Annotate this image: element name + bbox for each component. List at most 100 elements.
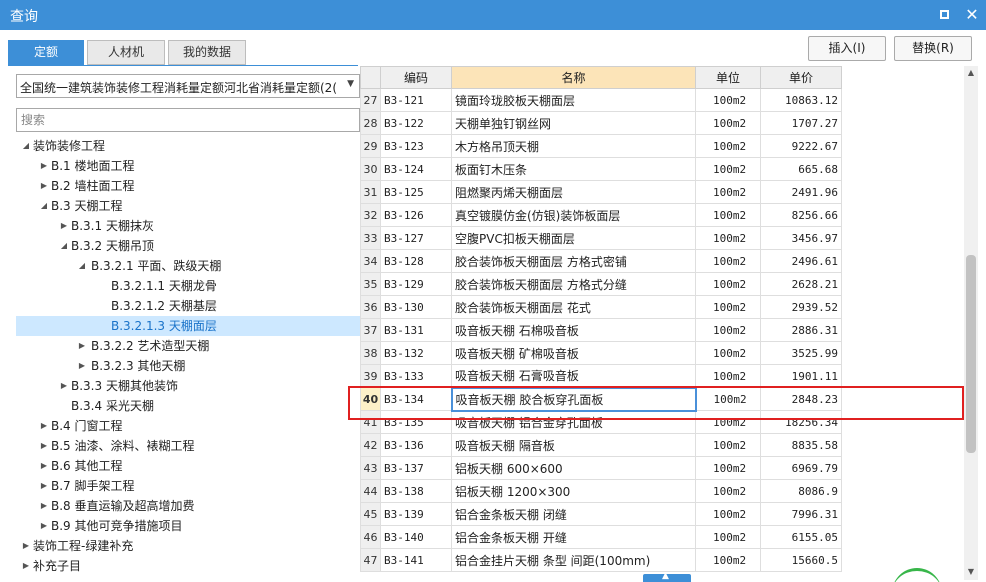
expand-icon[interactable]: ▶	[38, 436, 50, 456]
cell-price[interactable]: 2496.61	[760, 249, 842, 273]
cell-name[interactable]: 木方格吊顶天棚	[451, 134, 696, 158]
cell-code[interactable]: B3-137	[380, 456, 452, 480]
cell-price[interactable]: 9222.67	[760, 134, 842, 158]
collapse-icon[interactable]: ◢	[20, 136, 32, 156]
cell-name[interactable]: 镜面玲珑胶板天棚面层	[451, 88, 696, 112]
expand-icon[interactable]: ▶	[38, 176, 50, 196]
cell-price[interactable]: 8835.58	[760, 433, 842, 457]
search-input[interactable]	[17, 109, 359, 131]
table-row[interactable]: 41 B3-135 吸音板天棚 铝合金穿孔面板 100m2 18256.34	[360, 410, 842, 434]
cell-code[interactable]: B3-123	[380, 134, 452, 158]
cell-name[interactable]: 铝板天棚 1200×300	[451, 479, 696, 503]
vertical-scrollbar[interactable]: ▲ ▼	[964, 66, 978, 580]
expand-icon[interactable]: ▶	[38, 416, 50, 436]
table-row[interactable]: 35 B3-129 胶合装饰板天棚面层 方格式分缝 100m2 2628.21	[360, 272, 842, 296]
tree-node[interactable]: ▶ B.9 其他可竞争措施项目	[16, 516, 360, 536]
table-row[interactable]: 38 B3-132 吸音板天棚 矿棉吸音板 100m2 3525.99	[360, 341, 842, 365]
cell-unit[interactable]: 100m2	[695, 410, 761, 434]
tree-node[interactable]: ▶ B.1 楼地面工程	[16, 156, 360, 176]
cell-unit[interactable]: 100m2	[695, 157, 761, 181]
cell-name[interactable]: 吸音板天棚 石棉吸音板	[451, 318, 696, 342]
table-row[interactable]: 37 B3-131 吸音板天棚 石棉吸音板 100m2 2886.31	[360, 318, 842, 342]
tree-node[interactable]: ◢ B.3.2 天棚吊顶	[16, 236, 360, 256]
expand-icon[interactable]: ▶	[38, 476, 50, 496]
row-number[interactable]: 28	[360, 111, 381, 135]
panel-toggle-handle[interactable]: ▲	[643, 571, 691, 582]
cell-unit[interactable]: 100m2	[695, 433, 761, 457]
table-row[interactable]: 39 B3-133 吸音板天棚 石膏吸音板 100m2 1901.11	[360, 364, 842, 388]
expand-icon[interactable]: ▶	[38, 456, 50, 476]
cell-unit[interactable]: 100m2	[695, 502, 761, 526]
expand-icon[interactable]: ▶	[58, 376, 70, 396]
expand-icon[interactable]: ▶	[38, 496, 50, 516]
insert-button[interactable]: 插入(I)	[808, 36, 886, 61]
cell-code[interactable]: B3-127	[380, 226, 452, 250]
cell-price[interactable]: 8256.66	[760, 203, 842, 227]
cell-name[interactable]: 铝板天棚 600×600	[451, 456, 696, 480]
cell-unit[interactable]: 100m2	[695, 456, 761, 480]
cell-price[interactable]: 2939.52	[760, 295, 842, 319]
cell-unit[interactable]: 100m2	[695, 272, 761, 296]
table-row[interactable]: 46 B3-140 铝合金条板天棚 开缝 100m2 6155.05	[360, 525, 842, 549]
collapse-icon[interactable]: ◢	[38, 196, 50, 216]
tab-my-data[interactable]: 我的数据	[168, 40, 246, 65]
table-row[interactable]: 36 B3-130 胶合装饰板天棚面层 花式 100m2 2939.52	[360, 295, 842, 319]
cell-price[interactable]: 7996.31	[760, 502, 842, 526]
cell-price[interactable]: 665.68	[760, 157, 842, 181]
tree-node[interactable]: B.3.2.1.2 天棚基层	[16, 296, 360, 316]
cell-price[interactable]: 8086.9	[760, 479, 842, 503]
cell-unit[interactable]: 100m2	[695, 111, 761, 135]
row-number[interactable]: 34	[360, 249, 381, 273]
cell-price[interactable]: 2848.23	[760, 387, 842, 411]
row-number[interactable]: 45	[360, 502, 381, 526]
cell-unit[interactable]: 100m2	[695, 387, 761, 411]
row-number[interactable]: 40	[360, 387, 381, 411]
row-number[interactable]: 44	[360, 479, 381, 503]
tree-node[interactable]: ▶ B.3.1 天棚抹灰	[16, 216, 360, 236]
cell-price[interactable]: 6155.05	[760, 525, 842, 549]
scroll-up-icon[interactable]: ▲	[964, 68, 978, 77]
cell-price[interactable]: 1707.27	[760, 111, 842, 135]
expand-icon[interactable]: ▶	[38, 156, 50, 176]
cell-unit[interactable]: 100m2	[695, 364, 761, 388]
table-row[interactable]: 33 B3-127 空腹PVC扣板天棚面层 100m2 3456.97	[360, 226, 842, 250]
cell-code[interactable]: B3-126	[380, 203, 452, 227]
collapse-icon[interactable]: ◢	[58, 236, 70, 256]
row-number[interactable]: 47	[360, 548, 381, 572]
table-row[interactable]: 47 B3-141 铝合金挂片天棚 条型 间距(100mm) 100m2 15660.5	[360, 548, 842, 572]
table-row[interactable]: 28 B3-122 天棚单独钉钢丝网 100m2 1707.27	[360, 111, 842, 135]
cell-name[interactable]: 吸音板天棚 铝合金穿孔面板	[451, 410, 696, 434]
cell-price[interactable]: 10863.12	[760, 88, 842, 112]
row-number[interactable]: 35	[360, 272, 381, 296]
tree-node[interactable]: ▶ B.4 门窗工程	[16, 416, 360, 436]
row-number[interactable]: 46	[360, 525, 381, 549]
cell-code[interactable]: B3-135	[380, 410, 452, 434]
cell-code[interactable]: B3-136	[380, 433, 452, 457]
column-header-unit[interactable]: 单位	[695, 66, 761, 89]
cell-code[interactable]: B3-139	[380, 502, 452, 526]
close-button[interactable]: ✕	[962, 5, 982, 25]
cell-code[interactable]: B3-125	[380, 180, 452, 204]
tree-node[interactable]: ◢ 装饰装修工程	[16, 136, 360, 156]
tree-node[interactable]: ▶ B.3.2.2 艺术造型天棚	[16, 336, 360, 356]
cell-code[interactable]: B3-129	[380, 272, 452, 296]
row-number[interactable]: 31	[360, 180, 381, 204]
row-number[interactable]: 33	[360, 226, 381, 250]
row-number[interactable]: 29	[360, 134, 381, 158]
tree-node[interactable]: B.3.4 采光天棚	[16, 396, 360, 416]
row-number[interactable]: 32	[360, 203, 381, 227]
cell-unit[interactable]: 100m2	[695, 249, 761, 273]
table-row[interactable]: 31 B3-125 阻燃聚丙烯天棚面层 100m2 2491.96	[360, 180, 842, 204]
cell-price[interactable]: 18256.34	[760, 410, 842, 434]
maximize-button[interactable]	[934, 5, 954, 25]
cell-code[interactable]: B3-133	[380, 364, 452, 388]
table-row[interactable]: 45 B3-139 铝合金条板天棚 闭缝 100m2 7996.31	[360, 502, 842, 526]
cell-code[interactable]: B3-141	[380, 548, 452, 572]
cell-unit[interactable]: 100m2	[695, 134, 761, 158]
cell-unit[interactable]: 100m2	[695, 203, 761, 227]
table-row[interactable]: 27 B3-121 镜面玲珑胶板天棚面层 100m2 10863.12	[360, 88, 842, 112]
table-row[interactable]: 29 B3-123 木方格吊顶天棚 100m2 9222.67	[360, 134, 842, 158]
row-number[interactable]: 30	[360, 157, 381, 181]
cell-price[interactable]: 2628.21	[760, 272, 842, 296]
table-row[interactable]: 34 B3-128 胶合装饰板天棚面层 方格式密铺 100m2 2496.61	[360, 249, 842, 273]
